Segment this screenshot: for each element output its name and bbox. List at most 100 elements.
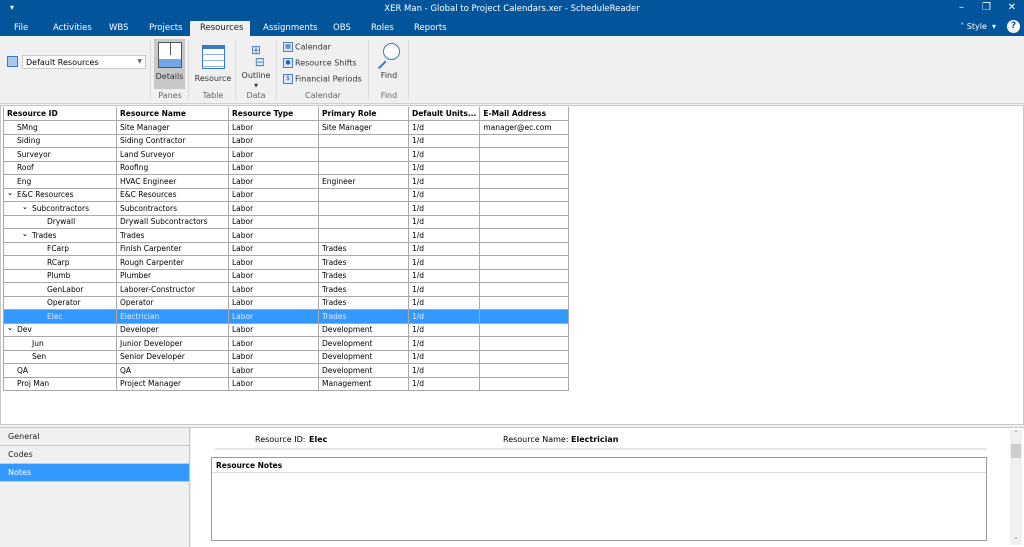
help-icon[interactable]: ? [1007,20,1020,33]
table-row[interactable]: Drywall Drywall Subcontractors Labor 1/d [3,214,570,229]
style-menu[interactable]: ˄ Style ▾ [960,22,996,31]
tab-resources[interactable]: Resources [190,21,250,36]
table-row[interactable]: Roof Roofing Labor 1/d [3,160,570,175]
resource-id-text: SMng [17,122,38,132]
cell-role: Trades [318,255,409,270]
table-row[interactable]: ⌄ Trades Trades Labor 1/d [3,228,570,243]
column-header[interactable]: Resource Name [116,107,229,121]
table-row[interactable]: ⌄ E&C Resources E&C Resources Labor 1/d [3,187,570,202]
table-row[interactable]: Proj Man Project Manager Labor Management 1/… [3,376,570,391]
vertical-scrollbar[interactable]: ˄ ˅ [1010,430,1022,545]
table-row[interactable]: Surveyor Land Surveyor Labor 1/d [3,147,570,162]
window-title: XER Man - Global to Project Calendars.xe… [384,4,640,14]
ribbon: Default Resources ▼ Details Panes Resourc… [0,36,1024,104]
table-row[interactable]: QA QA Labor Development 1/d [3,363,570,378]
chevron-down-icon[interactable]: ⌄ [22,230,32,238]
cell-role [318,201,409,216]
resource-table-button[interactable]: Resource [192,39,234,83]
cell-name: QA [116,363,229,378]
table-row[interactable]: Sen Senior Developer Labor Development 1/d [3,349,570,364]
cell-units: 1/d [407,241,481,256]
find-button[interactable]: Find [372,39,406,80]
cell-role: Development [318,349,409,364]
details-tab-notes[interactable]: Notes [0,464,189,482]
resource-notes-input[interactable] [212,473,986,539]
resource-shifts-button[interactable]: ● Resource Shifts [283,58,357,68]
table-row[interactable]: ⌄ Dev Developer Labor Development 1/d [3,322,570,337]
cell-type: Labor [228,295,319,310]
cell-email [479,322,570,337]
cell-type: Labor [228,349,319,364]
cell-units: 1/d [407,363,481,378]
cell-name: Subcontractors [116,201,229,216]
column-header[interactable]: Resource Type [228,107,319,121]
details-tab-codes[interactable]: Codes [0,446,189,464]
cell-id: Surveyor [3,147,117,162]
table-row[interactable]: SMng Site Manager Labor Site Manager 1/d mana… [3,120,570,135]
column-header[interactable]: Resource ID [3,107,117,121]
column-header[interactable]: Default Units... [407,107,481,121]
cell-units: 1/d [407,282,481,297]
cell-email [479,228,570,243]
table-row[interactable]: FCarp Finish Carpenter Labor Trades 1/d [3,241,570,256]
cell-type: Labor [228,309,319,324]
resource-id-text: Subcontractors [32,203,90,213]
tab-reports[interactable]: Reports [408,21,453,36]
cell-id: SMng [3,120,117,135]
cell-id: Operator [3,295,117,310]
cell-role: Development [318,336,409,351]
scroll-down-icon[interactable]: ˅ [1010,537,1022,545]
restore-button[interactable]: ❐ [982,2,991,13]
tab-roles[interactable]: Roles [365,21,400,36]
chevron-down-icon[interactable]: ⌄ [22,203,32,211]
cell-email [479,187,570,202]
tab-obs[interactable]: OBS [327,21,357,36]
table-row[interactable]: Plumb Plumber Labor Trades 1/d [3,268,570,283]
cell-name: Laborer-Constructor [116,282,229,297]
layout-select[interactable]: Default Resources ▼ [22,55,146,69]
cell-id: Siding [3,133,117,148]
table-row[interactable]: Jun Junior Developer Labor Development 1/d [3,336,570,351]
tab-assignments[interactable]: Assignments [257,21,323,36]
tab-activities[interactable]: Activities [47,21,98,36]
cell-units: 1/d [407,255,481,270]
financial-periods-button[interactable]: $ Financial Periods [283,74,362,84]
table-row[interactable]: Siding Siding Contractor Labor 1/d [3,133,570,148]
table-row[interactable]: ⌄ Subcontractors Subcontractors Labor 1/d [3,201,570,216]
scroll-up-icon[interactable]: ˄ [1010,430,1022,438]
tab-projects[interactable]: Projects [143,21,189,36]
table-row[interactable]: Elec Electrician Labor Trades 1/d [3,309,570,324]
group-find: Find [380,91,398,100]
outline-button[interactable]: ⊞ ⊟ Outline ▼ [238,39,274,89]
details-tab-general[interactable]: General [0,428,189,446]
details-tabs: General Codes Notes [0,428,190,547]
column-header[interactable]: Primary Role [318,107,409,121]
minimize-button[interactable]: – [959,2,964,13]
cell-role: Trades [318,309,409,324]
column-header[interactable]: E-Mail Address [479,107,570,121]
close-button[interactable]: ✕ [1008,2,1016,13]
cell-type: Labor [228,268,319,283]
financial-periods-label: Financial Periods [295,74,362,84]
tab-file[interactable]: File [8,21,34,36]
calendar-label: Calendar [295,42,331,52]
resource-grid: Resource ID Resource Name Resource Type Pri… [0,105,1024,425]
chevron-down-icon[interactable]: ⌄ [7,324,17,332]
cell-email [479,147,570,162]
table-row[interactable]: RCarp Rough Carpenter Labor Trades 1/d [3,255,570,270]
cell-role: Site Manager [318,120,409,135]
chevron-down-icon[interactable]: ⌄ [7,189,17,197]
tab-wbs[interactable]: WBS [103,21,134,36]
details-button[interactable]: Details [154,39,185,89]
layout-select-value: Default Resources [26,58,99,67]
table-row[interactable]: GenLabor Laborer-Constructor Labor Trades 1/… [3,282,570,297]
cell-units: 1/d [407,309,481,324]
scroll-thumb[interactable] [1011,444,1021,458]
cell-id: Plumb [3,268,117,283]
cell-name: Senior Developer [116,349,229,364]
cell-role: Development [318,363,409,378]
table-row[interactable]: Operator Operator Labor Trades 1/d [3,295,570,310]
calendar-button[interactable]: ▦ Calendar [283,42,331,52]
cell-id: ⌄ Dev [3,322,117,337]
table-row[interactable]: Eng HVAC Engineer Labor Engineer 1/d [3,174,570,189]
